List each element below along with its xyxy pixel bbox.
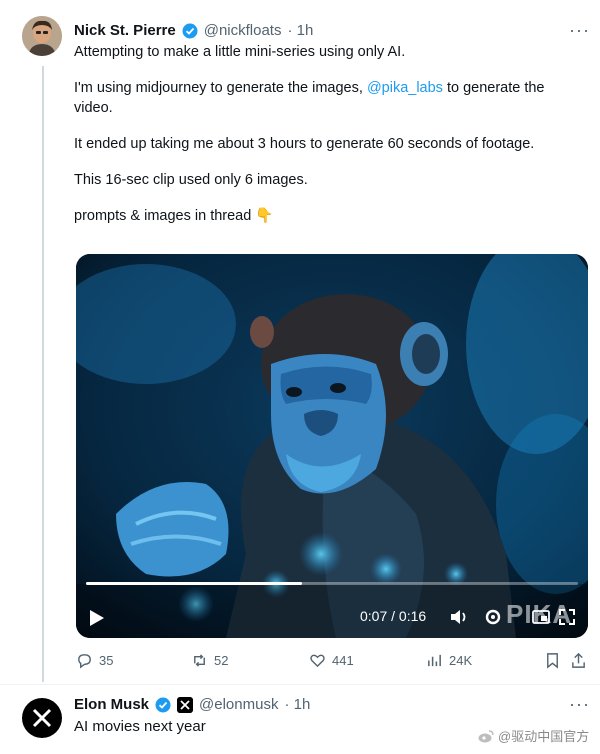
video-time: 0:07 / 0:16 bbox=[360, 608, 426, 624]
repost-button[interactable]: 52 bbox=[191, 652, 228, 669]
mention-link[interactable]: @pika_labs bbox=[367, 80, 443, 96]
tweet-paragraph: prompts & images in thread 👇 bbox=[74, 206, 584, 226]
reply-count: 35 bbox=[99, 653, 114, 668]
reply-icon bbox=[78, 654, 91, 669]
reply-more-options-icon[interactable]: ··· bbox=[569, 694, 590, 715]
reply-body: AI movies next year bbox=[74, 718, 206, 735]
views-chart-icon bbox=[428, 654, 441, 667]
like-count: 441 bbox=[332, 653, 354, 668]
reply-author-name[interactable]: Elon Musk bbox=[74, 696, 149, 713]
tweet-body: Attempting to make a little mini-series … bbox=[74, 42, 584, 242]
pointing-down-emoji: 👇 bbox=[255, 208, 274, 224]
repost-count: 52 bbox=[214, 653, 229, 668]
avatar-nick[interactable] bbox=[22, 16, 62, 56]
text-segment: I'm using midjourney to generate the ima… bbox=[74, 80, 367, 96]
video-time-separator: / bbox=[387, 608, 399, 624]
video-progress-bar[interactable] bbox=[86, 582, 578, 585]
tweet-header: Nick St. Pierre @nickfloats · 1h bbox=[74, 22, 313, 39]
avatar-portrait-icon bbox=[22, 16, 62, 56]
volume-icon[interactable] bbox=[448, 606, 470, 628]
share-button[interactable] bbox=[570, 652, 587, 669]
avatar-x[interactable] bbox=[22, 698, 62, 738]
picture-in-picture-icon[interactable] bbox=[530, 606, 552, 628]
video-duration: 0:16 bbox=[398, 608, 427, 624]
video-player[interactable]: 0:07 / 0:16 PIKA bbox=[76, 254, 588, 638]
fullscreen-icon[interactable] bbox=[556, 606, 578, 628]
x-affiliate-badge-icon bbox=[177, 696, 194, 713]
tweet-thread: Nick St. Pierre @nickfloats · 1h ··· Att… bbox=[0, 0, 600, 754]
tweet-paragraph: Attempting to make a little mini-series … bbox=[74, 44, 406, 60]
bookmark-button[interactable] bbox=[544, 652, 561, 669]
views-button[interactable]: 24K bbox=[426, 652, 472, 669]
verified-badge-icon bbox=[155, 697, 171, 712]
bookmark-icon bbox=[547, 653, 558, 669]
play-icon[interactable] bbox=[90, 610, 104, 626]
video-progress-fill bbox=[86, 582, 303, 585]
author-handle[interactable]: @nickfloats bbox=[204, 22, 282, 39]
author-name[interactable]: Nick St. Pierre bbox=[74, 22, 176, 39]
reply-author-handle[interactable]: @elonmusk bbox=[199, 696, 278, 713]
heart-icon bbox=[310, 654, 325, 668]
view-count: 24K bbox=[449, 653, 473, 668]
text-segment: prompts & images in thread bbox=[74, 208, 252, 224]
tweet-actions: 35 52 441 24K bbox=[76, 652, 588, 672]
weibo-watermark: @驱动中国官方 bbox=[478, 726, 589, 745]
chimpanzee-video-frame-icon bbox=[76, 254, 588, 638]
more-options-icon[interactable]: ··· bbox=[569, 20, 590, 41]
reply-time[interactable]: · 1h bbox=[284, 696, 310, 713]
thread-connector-line bbox=[42, 66, 44, 682]
tweet-time[interactable]: · 1h bbox=[287, 22, 313, 39]
reply-header: Elon Musk @elonmusk · 1h bbox=[74, 696, 310, 713]
verified-badge-icon bbox=[182, 23, 198, 38]
tweet-paragraph: This 16-sec clip used only 6 images. bbox=[74, 172, 308, 188]
weibo-logo-icon bbox=[478, 729, 494, 742]
weibo-watermark-text: @驱动中国官方 bbox=[498, 729, 590, 744]
like-button[interactable]: 441 bbox=[309, 652, 354, 669]
tweet-divider bbox=[0, 684, 600, 685]
share-icon bbox=[572, 652, 585, 668]
repost-icon bbox=[194, 654, 205, 667]
settings-gear-icon[interactable] bbox=[482, 606, 504, 628]
reply-button[interactable]: 35 bbox=[76, 652, 113, 669]
tweet-paragraph: It ended up taking me about 3 hours to g… bbox=[74, 136, 535, 152]
tweet-paragraph: I'm using midjourney to generate the ima… bbox=[74, 78, 584, 118]
x-logo-icon bbox=[32, 708, 52, 728]
video-current-time: 0:07 bbox=[360, 608, 388, 624]
